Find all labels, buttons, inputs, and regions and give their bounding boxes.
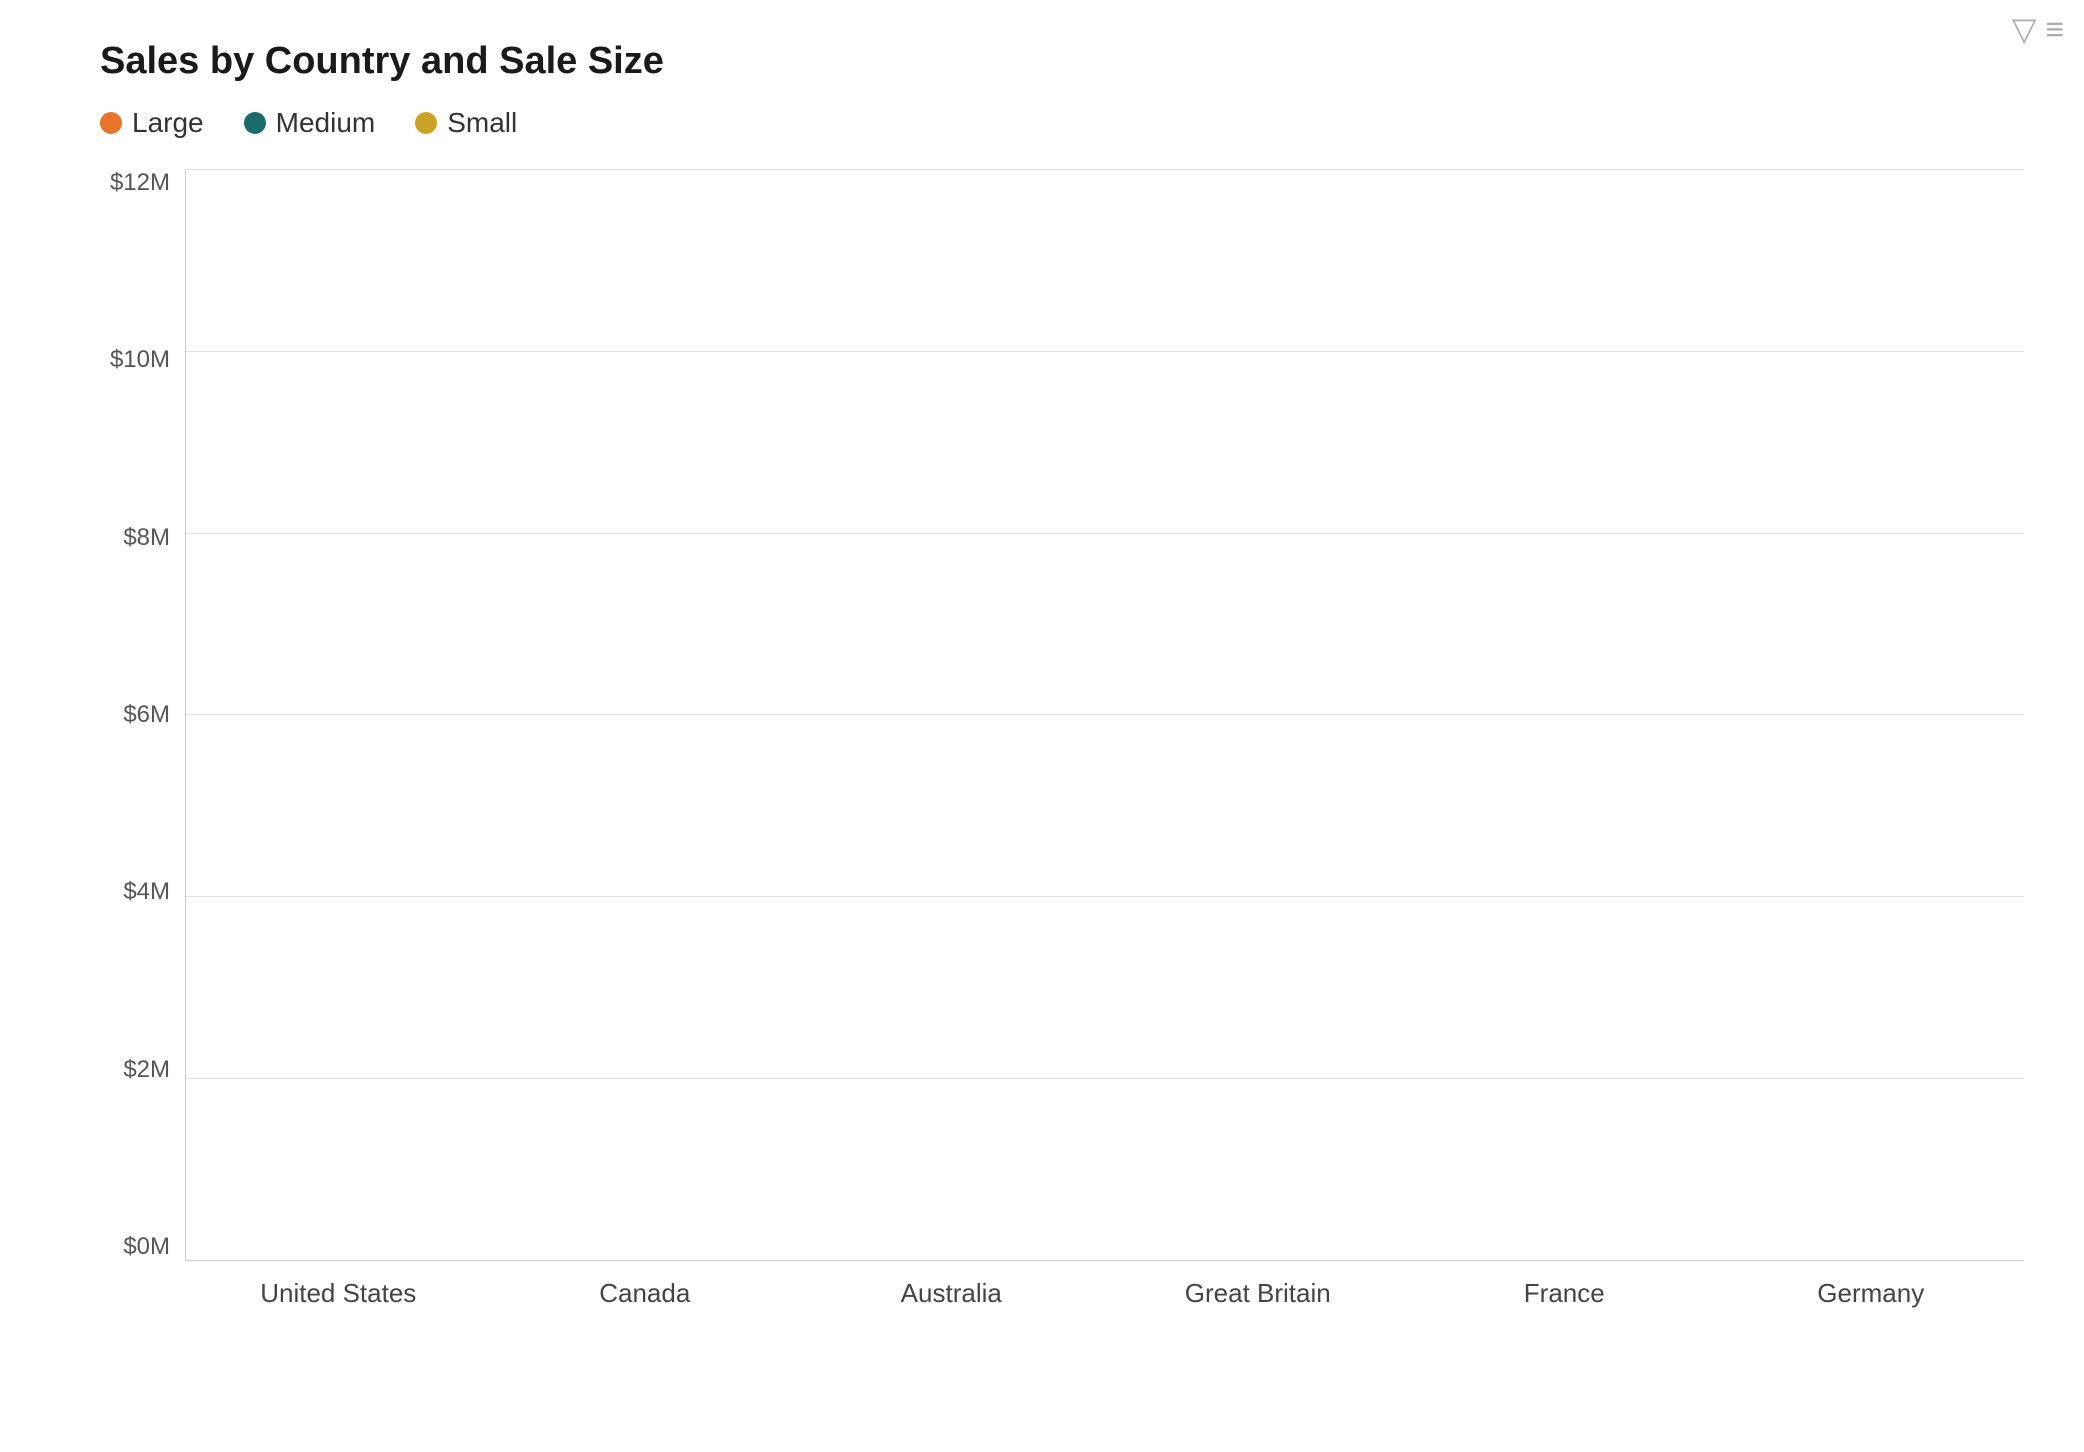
legend-item-large: Large [100, 107, 204, 139]
y-axis-label: $10M [100, 346, 180, 374]
filter-icon[interactable]: ▽ ≡ [2012, 10, 2064, 48]
x-axis-label: Australia [798, 1266, 1105, 1321]
x-axis-label: Germany [1718, 1266, 2025, 1321]
y-axis-label: $8M [100, 524, 180, 552]
chart-title: Sales by Country and Sale Size [100, 40, 2024, 83]
y-axis-label: $2M [100, 1056, 180, 1084]
y-axis-label: $0M [100, 1233, 180, 1261]
x-axis-label: United States [185, 1266, 492, 1321]
small-legend-dot [415, 112, 437, 134]
legend-item-small: Small [415, 107, 517, 139]
chart-container: ▽ ≡ Sales by Country and Sale Size Large… [0, 0, 2084, 1452]
bars-area [185, 169, 2024, 1261]
large-legend-dot [100, 112, 122, 134]
chart-area: $0M $2M $4M $6M $8M $10M $12M United StatesCan… [100, 169, 2024, 1321]
y-axis-label: $6M [100, 701, 180, 729]
x-labels: United StatesCanadaAustraliaGreat Britai… [185, 1266, 2024, 1321]
legend-label-large: Large [132, 107, 204, 139]
y-axis-label: $12M [100, 169, 180, 197]
y-axis-label: $4M [100, 878, 180, 906]
legend: Large Medium Small [100, 107, 2024, 139]
x-axis-label: France [1411, 1266, 1718, 1321]
x-axis-label: Canada [492, 1266, 799, 1321]
legend-label-small: Small [447, 107, 517, 139]
y-axis: $0M $2M $4M $6M $8M $10M $12M [100, 169, 180, 1261]
x-axis-label: Great Britain [1105, 1266, 1412, 1321]
medium-legend-dot [244, 112, 266, 134]
legend-item-medium: Medium [244, 107, 376, 139]
legend-label-medium: Medium [276, 107, 376, 139]
